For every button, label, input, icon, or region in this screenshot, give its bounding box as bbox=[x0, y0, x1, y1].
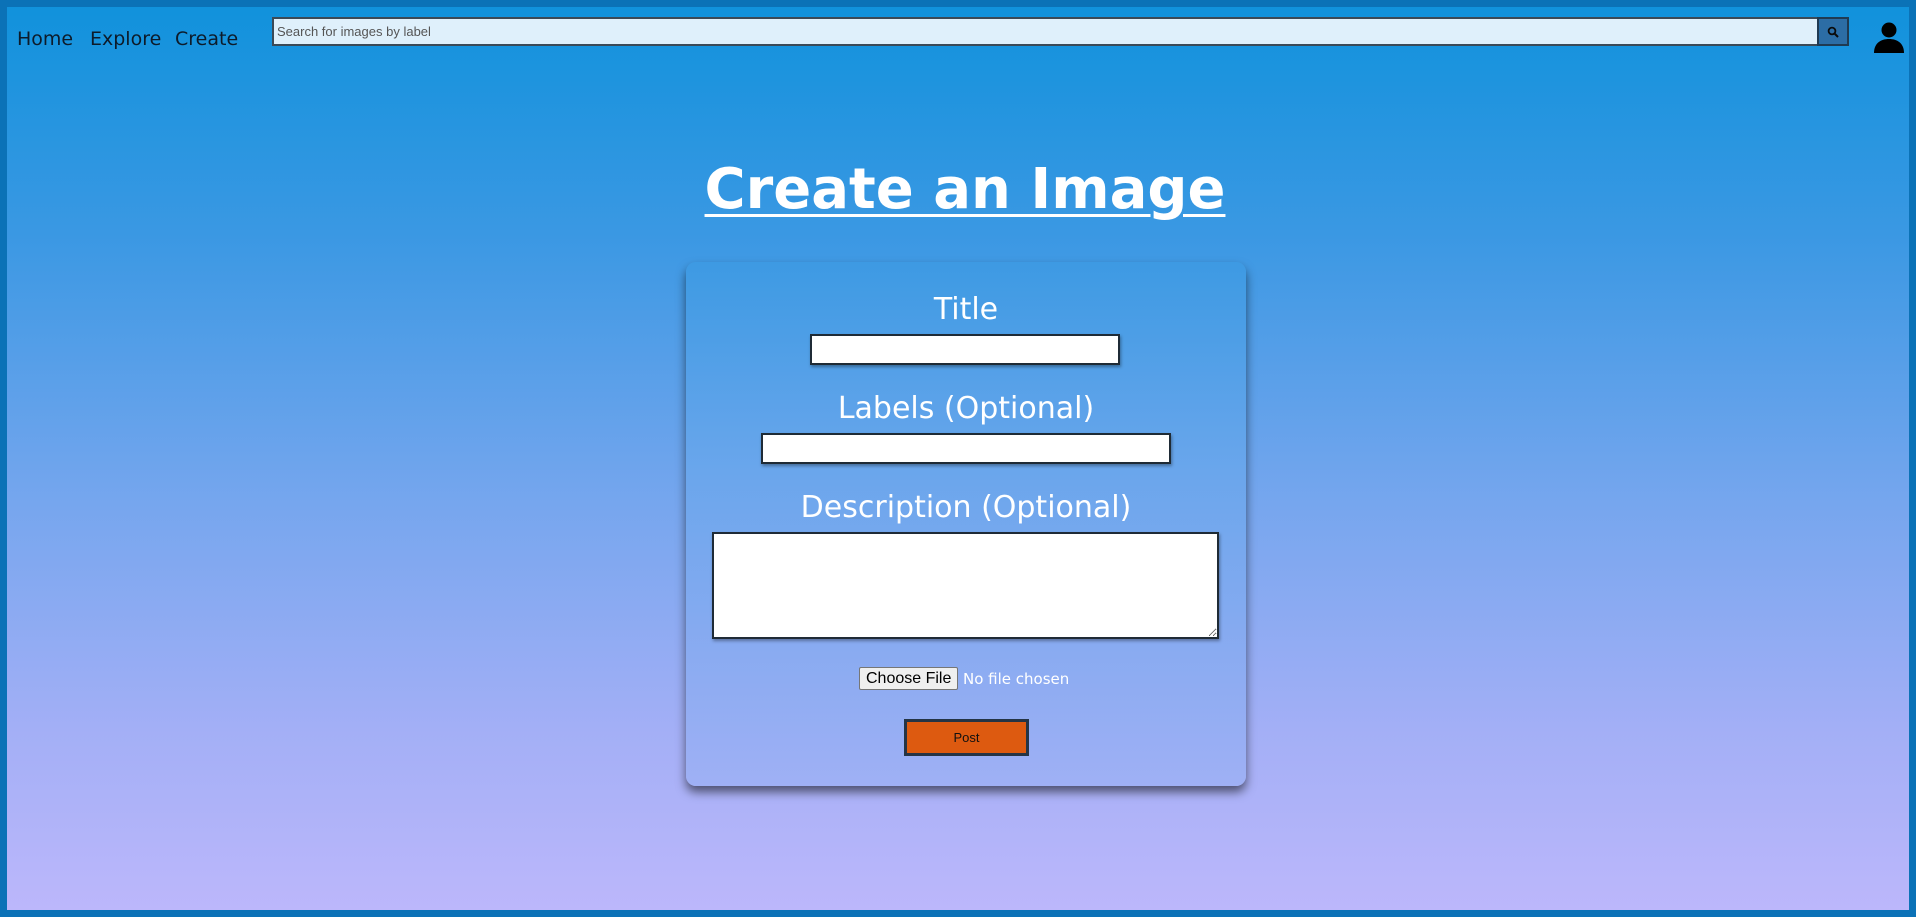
account-button[interactable] bbox=[1873, 21, 1905, 53]
title-label: Title bbox=[933, 292, 999, 327]
description-textarea[interactable] bbox=[712, 532, 1219, 639]
title-input[interactable] bbox=[810, 334, 1120, 365]
search-button[interactable] bbox=[1817, 17, 1849, 46]
search-icon bbox=[1827, 26, 1839, 38]
file-status-text: No file chosen bbox=[963, 670, 1070, 688]
create-image-form: Title Labels (Optional) Description (Opt… bbox=[686, 262, 1246, 786]
search-bar bbox=[272, 17, 1850, 46]
post-button[interactable]: Post bbox=[904, 719, 1029, 756]
labels-input[interactable] bbox=[761, 433, 1171, 464]
page-frame: Home Explore Create Create an Image Titl… bbox=[0, 0, 1916, 917]
description-label: Description (Optional) bbox=[800, 490, 1132, 525]
labels-label: Labels (Optional) bbox=[837, 391, 1095, 426]
nav-create-link[interactable]: Create bbox=[175, 27, 238, 51]
search-input[interactable] bbox=[272, 17, 1819, 46]
user-icon bbox=[1874, 22, 1904, 53]
file-upload: Choose File No file chosen bbox=[686, 667, 1246, 691]
nav-home-link[interactable]: Home bbox=[17, 27, 73, 51]
navbar: Home Explore Create bbox=[7, 7, 1909, 65]
nav-explore-link[interactable]: Explore bbox=[90, 27, 161, 51]
page-title: Create an Image bbox=[704, 157, 1226, 222]
choose-file-button[interactable]: Choose File bbox=[859, 667, 959, 690]
